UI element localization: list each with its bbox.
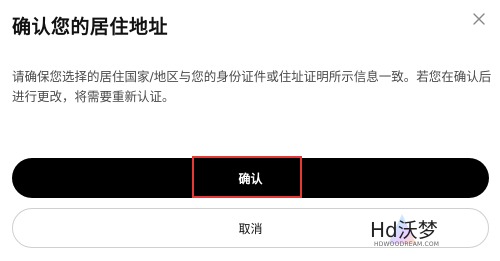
dialog-title: 确认您的居住地址 (12, 16, 169, 38)
address-confirm-dialog: 确认您的居住地址 请确保您选择的居住国家/地区与您的身份证件或住址证明所示信息一… (0, 0, 500, 261)
watermark-subtext: HDWOODREAM.COM (374, 241, 440, 248)
watermark-logo: Hd沃梦 HDWOODREAM.COM (368, 214, 444, 258)
watermark-text: Hd沃梦 (370, 218, 438, 242)
cancel-button-label: 取消 (238, 221, 263, 236)
confirm-button[interactable]: 确认 (12, 158, 489, 198)
close-icon[interactable] (472, 12, 486, 26)
confirm-button-label: 确认 (238, 171, 263, 186)
dialog-description: 请确保您选择的居住国家/地区与您的身份证件或住址证明所示信息一致。若您在确认后进… (12, 69, 492, 104)
